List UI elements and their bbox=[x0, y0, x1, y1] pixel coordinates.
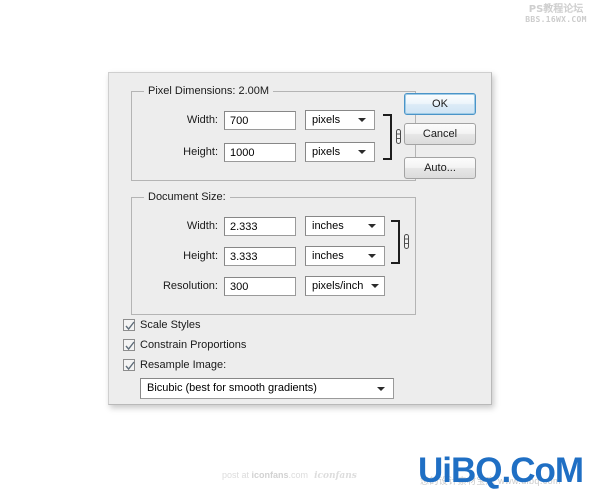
document-height-unit-select[interactable]: inches bbox=[305, 246, 385, 266]
resample-method-value: Bicubic (best for smooth gradients) bbox=[147, 382, 317, 394]
document-height-unit-value: inches bbox=[312, 250, 344, 262]
pixel-height-unit-select[interactable]: pixels bbox=[305, 142, 375, 162]
pixel-width-input[interactable]: 700 bbox=[224, 111, 296, 130]
resample-image-checkbox[interactable] bbox=[123, 359, 135, 371]
watermark-bottom-right: 您的设计素材宝库 www.uibq.com UiBQ.CoM bbox=[418, 452, 600, 496]
auto-button[interactable]: Auto... bbox=[404, 157, 476, 179]
pixel-width-unit-value: pixels bbox=[312, 114, 341, 126]
image-size-dialog: Pixel Dimensions: 2.00M Width: 700 pixel… bbox=[108, 72, 492, 405]
pixel-height-input[interactable]: 1000 bbox=[224, 143, 296, 162]
document-resolution-unit-select[interactable]: pixels/inch bbox=[305, 276, 385, 296]
iconfans-logo-icon: iconfans bbox=[314, 471, 357, 481]
chevron-down-icon bbox=[358, 150, 366, 154]
ok-button[interactable]: OK bbox=[404, 93, 476, 115]
pixel-link-bracket bbox=[383, 114, 392, 160]
watermark-iconfans-domain: iconfans bbox=[251, 470, 289, 480]
resample-image-label: Resample Image: bbox=[140, 359, 227, 371]
document-height-label: Height: bbox=[183, 250, 218, 262]
chevron-down-icon bbox=[377, 386, 385, 391]
watermark-top-right-url: BBS.16WX.COM bbox=[525, 15, 587, 24]
document-resolution-label: Resolution: bbox=[162, 280, 218, 292]
watermark-bottom-center: post at iconfans.com iconfans bbox=[222, 470, 357, 481]
chain-link-icon[interactable] bbox=[394, 129, 403, 144]
document-width-unit-select[interactable]: inches bbox=[305, 216, 385, 236]
document-link-bracket bbox=[391, 220, 400, 264]
document-resolution-input[interactable]: 300 bbox=[224, 277, 296, 296]
watermark-uibq-main: UiBQ.CoM bbox=[418, 451, 584, 490]
scale-styles-checkbox[interactable] bbox=[123, 319, 135, 331]
chevron-down-icon bbox=[371, 284, 379, 288]
pixel-dimensions-group: Pixel Dimensions: 2.00M Width: 700 pixel… bbox=[131, 85, 416, 181]
pixel-width-label: Width: bbox=[186, 114, 218, 126]
document-width-unit-value: inches bbox=[312, 220, 344, 232]
resample-method-select[interactable]: Bicubic (best for smooth gradients) bbox=[140, 378, 394, 399]
chevron-down-icon bbox=[368, 254, 376, 258]
document-width-label: Width: bbox=[186, 220, 218, 232]
pixel-height-label: Height: bbox=[183, 146, 218, 158]
document-size-group: Document Size: Width: 2.333 inches Heigh… bbox=[131, 191, 416, 315]
constrain-proportions-label: Constrain Proportions bbox=[140, 339, 247, 351]
watermark-iconfans-prefix: post at bbox=[222, 470, 252, 480]
chevron-down-icon bbox=[358, 118, 366, 122]
document-resolution-unit-value: pixels/inch bbox=[312, 280, 364, 292]
chevron-down-icon bbox=[368, 224, 376, 228]
document-height-input[interactable]: 3.333 bbox=[224, 247, 296, 266]
scale-styles-label: Scale Styles bbox=[140, 319, 201, 331]
cancel-button[interactable]: Cancel bbox=[404, 123, 476, 145]
pixel-width-unit-select[interactable]: pixels bbox=[305, 110, 375, 130]
watermark-iconfans-suffix: .com bbox=[288, 470, 309, 480]
pixel-height-unit-value: pixels bbox=[312, 146, 341, 158]
watermark-top-right: PS教程论坛 BBS.16WX.COM bbox=[516, 5, 596, 25]
pixel-dimensions-title: Pixel Dimensions: 2.00M bbox=[144, 85, 274, 97]
document-size-title: Document Size: bbox=[144, 191, 230, 203]
watermark-top-right-chinese: PS教程论坛 bbox=[528, 4, 584, 15]
constrain-proportions-checkbox[interactable] bbox=[123, 339, 135, 351]
document-width-input[interactable]: 2.333 bbox=[224, 217, 296, 236]
chain-link-icon[interactable] bbox=[402, 234, 411, 249]
